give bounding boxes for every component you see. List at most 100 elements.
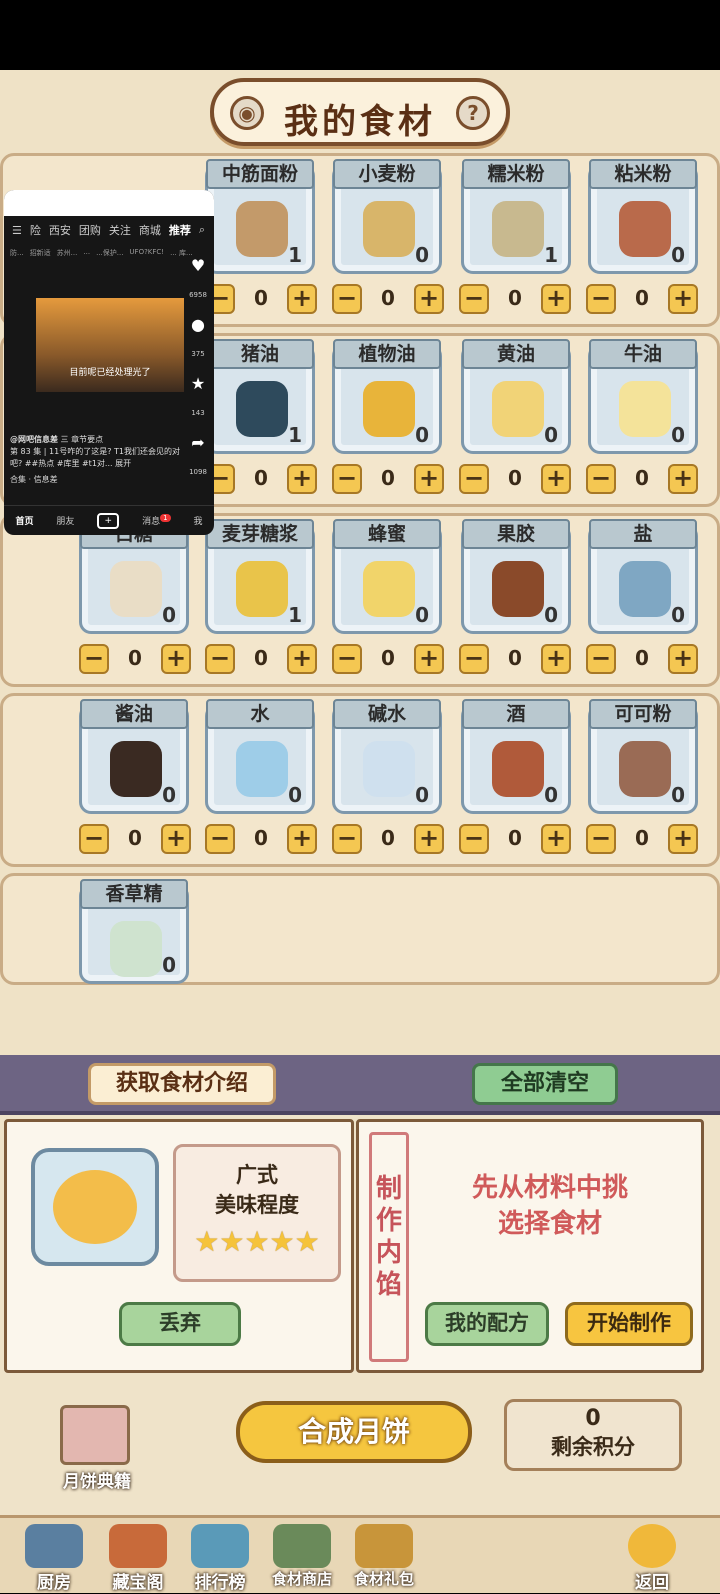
ingredient-card[interactable]: 果胶 0 — [461, 519, 571, 634]
ingredient-card[interactable]: 盐0 — [588, 519, 698, 634]
increment-button[interactable]: + — [668, 464, 698, 494]
butter-icon — [492, 381, 544, 437]
compose-mooncake-button[interactable]: 合成月饼 — [236, 1401, 472, 1463]
comment-button[interactable]: ● 375 — [186, 315, 210, 358]
increment-button[interactable]: + — [541, 644, 571, 674]
decrement-button[interactable]: − — [459, 644, 489, 674]
ingredient-card[interactable]: 蜂蜜 0 — [332, 519, 442, 634]
decrement-button[interactable]: − — [586, 284, 616, 314]
decrement-button[interactable]: − — [586, 464, 616, 494]
increment-button[interactable]: + — [414, 464, 444, 494]
mooncake-book-icon[interactable] — [60, 1405, 130, 1465]
increment-button[interactable]: + — [161, 824, 191, 854]
decrement-button[interactable]: − — [586, 644, 616, 674]
help-button[interactable]: ? — [456, 96, 490, 130]
my-recipe-button[interactable]: 我的配方 — [425, 1302, 549, 1346]
favorite-button[interactable]: ★ 143 — [186, 374, 210, 417]
ingredient-card[interactable]: 小麦粉 0 — [332, 159, 442, 274]
decrement-button[interactable]: − — [459, 824, 489, 854]
ingredient-card[interactable]: 中筋面粉 1 — [205, 159, 315, 274]
ingredient-card[interactable]: 粘米粉 0 — [588, 159, 698, 274]
ingredient-card[interactable]: 香草精 0 — [79, 879, 189, 984]
floating-video-window[interactable]: ☰ 险 西安 团购 关注 商城 推荐 ⌕ 防... 招新适 苏州...... ...保… — [4, 190, 214, 535]
honey-jar-icon — [363, 561, 415, 617]
start-making-button[interactable]: 开始制作 — [565, 1302, 693, 1346]
increment-button[interactable]: + — [287, 284, 317, 314]
video-tab-bar: 首页 朋友 + 消息 1 我 — [4, 505, 214, 535]
ingredient-card[interactable]: 糯米粉 1 — [461, 159, 571, 274]
increment-button[interactable]: + — [668, 824, 698, 854]
ingredient-card[interactable]: 可可粉 0 — [588, 699, 698, 814]
vanilla-bottle-icon — [110, 921, 162, 977]
quantity-stepper: −0+ — [586, 464, 698, 494]
ingredient-card[interactable]: 酱油 0 — [79, 699, 189, 814]
video-collection: 合集 · 信息差 — [10, 475, 58, 484]
increment-button[interactable]: + — [541, 284, 571, 314]
increment-button[interactable]: + — [414, 644, 444, 674]
ingredient-card[interactable]: 猪油 1 — [205, 339, 315, 454]
nav-gift-pack[interactable]: 食材礼包 — [344, 1524, 424, 1594]
filling-panel: 制作内馅 先从材料中挑选择食材 我的配方 开始制作 — [356, 1119, 704, 1373]
increment-button[interactable]: + — [287, 644, 317, 674]
decrement-button[interactable]: − — [586, 824, 616, 854]
increment-button[interactable]: + — [668, 644, 698, 674]
clear-all-button[interactable]: 全部清空 — [472, 1063, 618, 1105]
heart-icon: ♥ — [190, 256, 206, 275]
star-icon: ★ — [194, 1225, 220, 1258]
quantity-stepper: −0+ — [459, 644, 571, 674]
search-icon[interactable]: ⌕ — [199, 223, 205, 237]
video-info: @网吧信息差 三 章节要点 第 83 集 | 11号咋的了这是? T1我们还会见… — [10, 434, 184, 486]
ingredient-intro-button[interactable]: 获取食材介绍 — [88, 1063, 276, 1105]
nav-kitchen[interactable]: 厨房 — [14, 1524, 94, 1594]
ingredient-row-5: 香草精 0 — [0, 873, 720, 985]
add-icon[interactable]: + — [97, 512, 120, 529]
ingredient-card[interactable]: 碱水 0 — [332, 699, 442, 814]
decrement-button[interactable]: − — [332, 824, 362, 854]
bottom-nav: 厨房 藏宝阁 排行榜 食材商店 食材礼包 返回 — [0, 1515, 720, 1593]
like-button[interactable]: ♥ 6958 — [186, 256, 210, 299]
ingredient-card[interactable]: 牛油 0 — [588, 339, 698, 454]
ingredient-card[interactable]: 酒0 — [461, 699, 571, 814]
increment-button[interactable]: + — [541, 464, 571, 494]
increment-button[interactable]: + — [287, 824, 317, 854]
wheat-icon — [363, 201, 415, 257]
decrement-button[interactable]: − — [205, 644, 235, 674]
ingredient-card[interactable]: 植物油 0 — [332, 339, 442, 454]
status-bar — [0, 0, 720, 70]
decrement-button[interactable]: − — [205, 824, 235, 854]
menu-icon[interactable]: ☰ — [12, 224, 22, 237]
page-header: ◉ 我的食材 ? — [210, 78, 510, 146]
star-icon: ★ — [244, 1225, 270, 1258]
nav-back[interactable]: 返回 — [612, 1524, 692, 1594]
increment-button[interactable]: + — [414, 824, 444, 854]
decrement-button[interactable]: − — [332, 644, 362, 674]
ingredient-card[interactable]: 水0 — [205, 699, 315, 814]
video-tags: 防... 招新适 苏州...... ...保护... UFO?KFC!... 库... — [10, 248, 193, 257]
star-icon: ★ — [269, 1225, 295, 1258]
nav-leaderboard[interactable]: 排行榜 — [180, 1524, 260, 1594]
increment-button[interactable]: + — [414, 284, 444, 314]
video-frame[interactable]: 目前呢已经处理光了 — [36, 298, 184, 392]
sugar-jar-icon — [110, 561, 162, 617]
quantity-stepper: −0+ — [332, 464, 444, 494]
decrement-button[interactable]: − — [332, 284, 362, 314]
decrement-button[interactable]: − — [459, 464, 489, 494]
ingredient-card[interactable]: 白糖0 — [79, 519, 189, 634]
discard-button[interactable]: 丢弃 — [119, 1302, 241, 1346]
increment-button[interactable]: + — [668, 284, 698, 314]
lard-bowl-icon — [236, 381, 288, 437]
ingredient-card[interactable]: 麦芽糖浆 1 — [205, 519, 315, 634]
decrement-button[interactable]: − — [79, 824, 109, 854]
increment-button[interactable]: + — [161, 644, 191, 674]
increment-button[interactable]: + — [541, 824, 571, 854]
ingredient-card[interactable]: 黄油 0 — [461, 339, 571, 454]
decrement-button[interactable]: − — [79, 644, 109, 674]
decrement-button[interactable]: − — [332, 464, 362, 494]
decrement-button[interactable]: − — [459, 284, 489, 314]
quantity-stepper: −0+ — [205, 464, 317, 494]
nav-ingredient-shop[interactable]: 食材商店 — [262, 1524, 342, 1594]
soy-sauce-bottle-icon — [110, 741, 162, 797]
nav-treasure[interactable]: 藏宝阁 — [98, 1524, 178, 1594]
increment-button[interactable]: + — [287, 464, 317, 494]
share-button[interactable]: ➦ 1098 — [186, 433, 210, 476]
